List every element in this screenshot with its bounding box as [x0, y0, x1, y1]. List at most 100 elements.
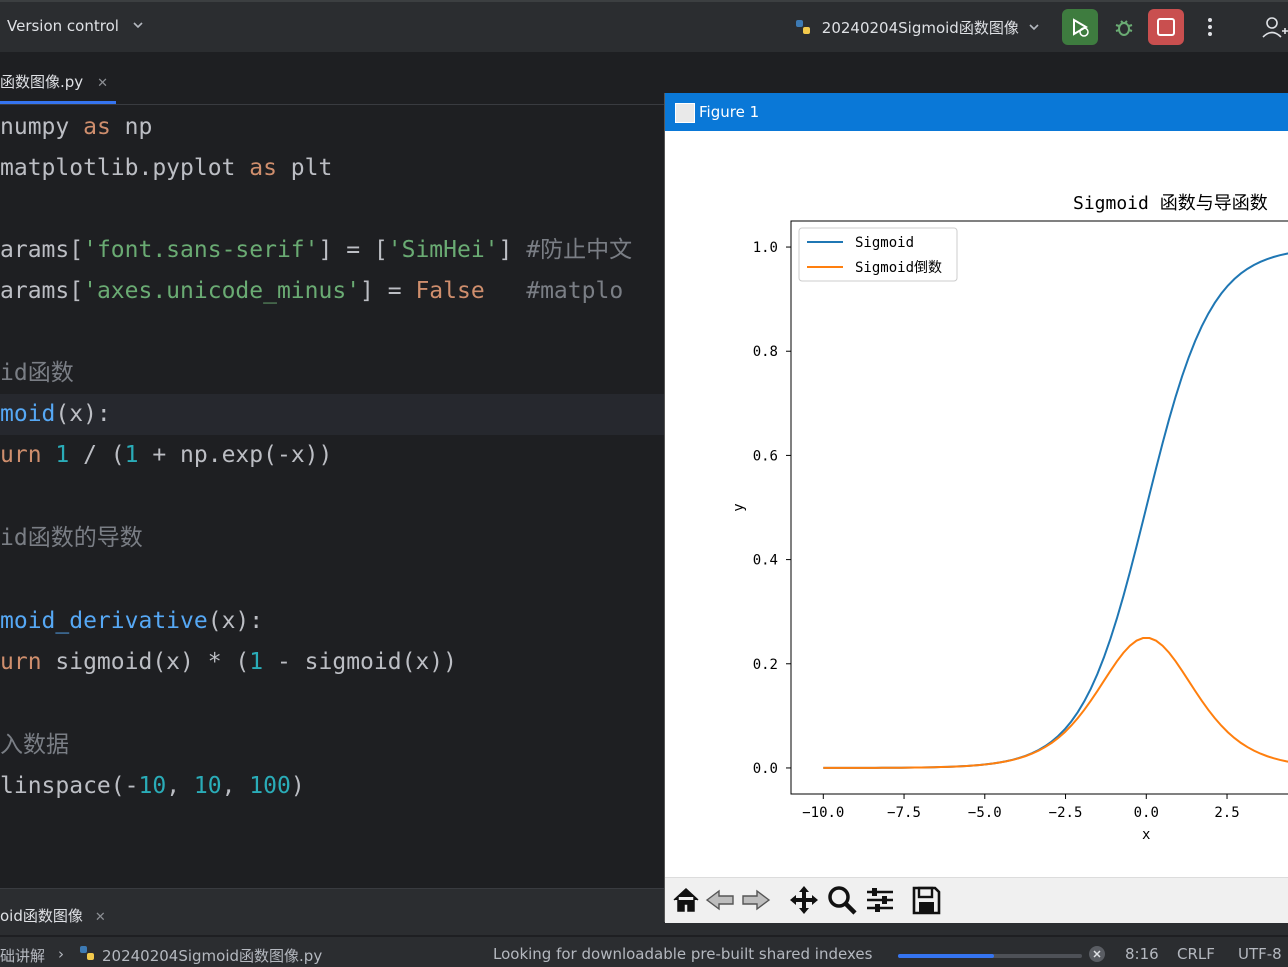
file-encoding[interactable]: UTF-8: [1238, 945, 1282, 963]
home-icon[interactable]: [669, 883, 703, 917]
code-line-9: urn 1 / (1 + np.exp(-x)): [0, 435, 332, 476]
code-token: np: [110, 114, 153, 140]
caret-position[interactable]: 8:16: [1125, 945, 1159, 963]
code-token-keyword: urn: [0, 649, 56, 675]
x-tick-label: 2.5: [1214, 805, 1239, 821]
code-token: ] = [: [318, 237, 388, 263]
breadcrumb-root[interactable]: 础讲解: [0, 945, 45, 966]
code-token: linspace(-: [0, 773, 139, 799]
code-token-number: 10: [138, 773, 167, 799]
active-tab-indicator: [0, 101, 116, 104]
rerun-icon: [1073, 18, 1089, 37]
version-control-menu[interactable]: Version control: [7, 17, 144, 35]
code-token-comment: id函数的导数: [0, 525, 143, 551]
y-axis-label: y: [731, 503, 747, 511]
top-toolbar: Version control 20240204Sigmoid函数图像: [0, 0, 1288, 53]
add-user-button[interactable]: [1258, 9, 1288, 45]
rerun-button[interactable]: [1062, 9, 1098, 45]
code-token-number: 100: [249, 773, 291, 799]
code-token: numpy: [0, 114, 84, 140]
code-line-14: urn sigmoid(x) * (1 - sigmoid(x)): [0, 642, 457, 683]
chart-title: Sigmoid 函数与导函数: [1073, 193, 1268, 214]
save-icon[interactable]: [909, 883, 943, 917]
user-add-icon: [1262, 17, 1288, 38]
code-token-string: 'SimHei': [387, 237, 499, 263]
line-ending[interactable]: CRLF: [1177, 945, 1215, 963]
code-token-keyword: as: [83, 114, 111, 140]
code-token: + np.exp(-x)): [138, 442, 333, 468]
chart-legend: Sigmoid Sigmoid倒数: [798, 227, 958, 282]
code-line-2: matplotlib.pyplot as plt: [0, 148, 332, 189]
y-tick-label: 1.0: [753, 240, 778, 256]
figure-title-bar[interactable]: Figure 1: [665, 93, 1288, 131]
stop-button[interactable]: [1148, 9, 1184, 45]
x-tick-label: −5.0: [968, 805, 1002, 821]
code-token: (x):: [55, 401, 111, 427]
run-tab-label: oid函数图像: [0, 907, 83, 925]
code-token-comment: 入数据: [0, 732, 69, 758]
close-icon[interactable]: ✕: [97, 76, 108, 91]
back-icon[interactable]: [703, 883, 737, 917]
debug-button[interactable]: [1106, 9, 1142, 45]
cancel-indexing-icon[interactable]: [1088, 945, 1106, 963]
y-tick-label: 0.4: [753, 553, 778, 569]
sigmoid-chart: −10.0 −7.5 −5.0 −2.5 0.0 2.5 0.0 0.2 0.4 0.6 0.8 1.…: [731, 193, 1288, 843]
run-tab[interactable]: oid函数图像 ✕: [0, 905, 106, 926]
y-tick-label: 0.0: [753, 761, 778, 777]
breadcrumb-file[interactable]: 20240204Sigmoid函数图像.py: [102, 945, 322, 966]
indexing-progress-fill: [898, 954, 994, 958]
run-configuration-selector[interactable]: 20240204Sigmoid函数图像: [795, 17, 1040, 38]
chevron-down-icon: [1029, 24, 1039, 31]
x-tick-label: 0.0: [1134, 805, 1159, 821]
x-tick-label: −2.5: [1049, 805, 1083, 821]
python-icon: [80, 946, 94, 960]
code-line-17: linspace(-10, 10, 100): [0, 766, 305, 807]
run-configuration-label: 20240204Sigmoid函数图像: [821, 19, 1019, 37]
forward-icon[interactable]: [739, 883, 773, 917]
code-token: - sigmoid(x)): [263, 649, 457, 675]
code-line-13: moid_derivative(x):: [0, 601, 263, 642]
figure-window-title: Figure 1: [699, 103, 760, 121]
chevron-down-icon: [133, 22, 143, 29]
code-token: matplotlib.pyplot: [0, 155, 250, 181]
y-tick-label: 0.6: [753, 448, 778, 464]
matplotlib-icon: [675, 103, 695, 123]
y-tick-label: 0.2: [753, 657, 778, 673]
status-bar: 础讲解 › 20240204Sigmoid函数图像.py Looking for…: [0, 936, 1288, 967]
code-line-5: arams['axes.unicode_minus'] = False #mat…: [0, 271, 623, 312]
window-stripe: [0, 0, 1288, 2]
code-token-keyword: False: [415, 278, 485, 304]
close-icon[interactable]: ✕: [95, 910, 106, 925]
legend-label: Sigmoid: [855, 235, 914, 251]
code-token-string: 'font.sans-serif': [83, 237, 319, 263]
code-token-number: 1: [55, 442, 70, 468]
indexing-status-text: Looking for downloadable pre-built share…: [493, 945, 873, 963]
pan-icon[interactable]: [787, 883, 821, 917]
y-tick-label: 0.8: [753, 344, 778, 360]
code-token: ,: [221, 773, 250, 799]
code-token: ] =: [360, 278, 416, 304]
code-token-keyword: urn: [0, 442, 56, 468]
code-line-16: 入数据: [0, 725, 69, 766]
configure-icon[interactable]: [863, 883, 897, 917]
figure-toolbar: [665, 877, 1288, 923]
code-token-number: 10: [193, 773, 222, 799]
x-tick-label: −7.5: [887, 805, 921, 821]
code-token-number: 1: [249, 649, 264, 675]
more-actions-button[interactable]: [1192, 9, 1228, 45]
indexing-progress-bar: [898, 954, 1082, 958]
code-token: arams[: [0, 278, 84, 304]
code-token-function: moid: [0, 401, 56, 427]
x-axis-label: x: [1142, 827, 1150, 843]
code-token: plt: [276, 155, 333, 181]
code-token-number: 1: [124, 442, 139, 468]
code-token: arams[: [0, 237, 84, 263]
editor-tab[interactable]: 函数图像.py ✕: [0, 71, 108, 92]
code-token: (x):: [207, 608, 264, 634]
version-control-label: Version control: [7, 17, 119, 35]
bug-icon: [1115, 20, 1133, 36]
code-line-1: numpy as np: [0, 107, 152, 148]
code-line-11: id函数的导数: [0, 518, 143, 559]
zoom-icon[interactable]: [825, 883, 859, 917]
code-token-comment: #防止中文: [526, 237, 633, 263]
